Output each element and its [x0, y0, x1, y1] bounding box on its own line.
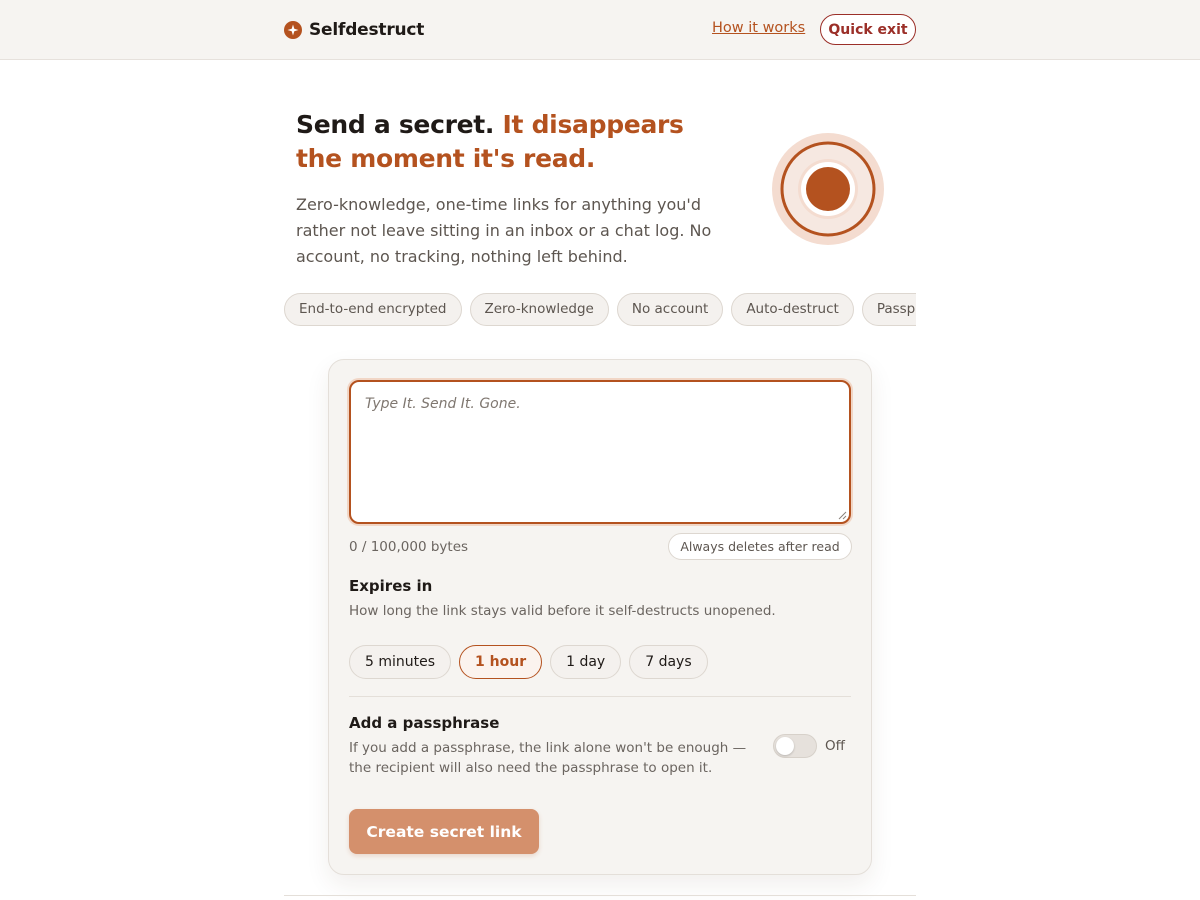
byte-counter: 0 / 100,000 bytes	[349, 539, 469, 555]
create-secret-link-button[interactable]: Create secret link	[349, 809, 539, 854]
top-bar: Selfdestruct How it works Quick exit	[0, 0, 1200, 60]
hero-title-lead: Send a secret.	[296, 110, 495, 139]
expires-description: How long the link stays valid before it …	[349, 603, 776, 619]
feature-chips: End-to-end encrypted Zero-knowledge No a…	[284, 293, 916, 327]
feature-chip: Auto-destruct	[731, 293, 854, 326]
expiry-option-1-day[interactable]: 1 day	[550, 645, 622, 679]
feature-chip: Passphrase	[861, 293, 916, 326]
expiry-option-1-hour[interactable]: 1 hour	[459, 645, 543, 679]
resize-grip-icon[interactable]	[837, 510, 847, 520]
brand[interactable]: Selfdestruct	[284, 19, 424, 41]
feature-chip: Zero-knowledge	[469, 293, 609, 326]
secret-form-card: 0 / 100,000 bytes Always deletes after r…	[328, 359, 872, 875]
passphrase-toggle[interactable]	[773, 734, 817, 758]
expiry-option-5-minutes[interactable]: 5 minutes	[349, 645, 452, 679]
brand-name: Selfdestruct	[309, 20, 425, 40]
footer-divider	[284, 895, 916, 896]
section-divider	[349, 696, 851, 697]
expiry-option-7-days[interactable]: 7 days	[629, 645, 708, 679]
feature-chip: No account	[616, 293, 724, 326]
hero-subtitle: Zero-knowledge, one-time links for anyth…	[296, 195, 712, 266]
passphrase-description: If you add a passphrase, the link alone …	[349, 740, 747, 776]
passphrase-toggle-state: Off	[825, 738, 845, 754]
quick-exit-button[interactable]: Quick exit	[820, 14, 916, 45]
how-it-works-link[interactable]: How it works	[712, 20, 805, 36]
toggle-knob	[776, 737, 794, 755]
secret-input[interactable]	[349, 380, 851, 524]
delete-after-read-badge: Always deletes after read	[668, 533, 852, 560]
sparkle-badge-icon	[284, 21, 302, 39]
target-rings-icon	[772, 133, 884, 245]
expiry-options: 5 minutes 1 hour 1 day 7 days	[349, 645, 708, 679]
hero-title: Send a secret. It disappears the moment …	[296, 108, 736, 176]
feature-chip: End-to-end encrypted	[284, 293, 462, 326]
passphrase-title: Add a passphrase	[349, 714, 500, 732]
expires-title: Expires in	[349, 577, 433, 595]
